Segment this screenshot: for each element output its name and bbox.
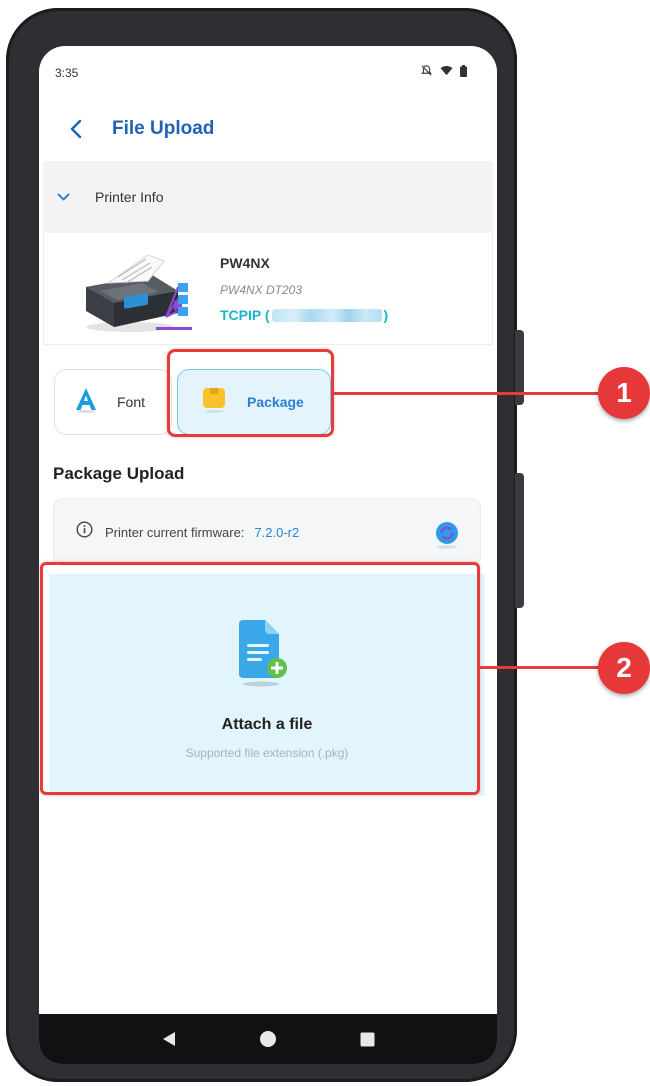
notifications-off-icon <box>420 64 433 77</box>
printer-card: PW4NX PW4NX DT203 TCPIP ( ) <box>43 233 493 345</box>
chevron-left-icon <box>70 119 82 139</box>
battery-icon <box>460 64 467 77</box>
refresh-icon[interactable] <box>434 521 460 554</box>
chevron-down-icon <box>57 193 73 201</box>
nav-recents-button[interactable] <box>355 1027 379 1051</box>
firmware-label: Printer current firmware: <box>105 524 245 540</box>
redacted-ip-address <box>271 308 382 322</box>
printer-connection: TCPIP ( ) <box>220 307 388 323</box>
phone-screen: 3:35 File Upload Printer Info PW4NX PW4N… <box>39 46 497 1064</box>
printer-image <box>78 247 196 337</box>
font-a-icon <box>75 387 97 418</box>
section-title: Package Upload <box>53 464 185 483</box>
callout-box-package-tab <box>167 349 334 437</box>
printer-info-toggle[interactable]: Printer Info <box>43 161 493 233</box>
connection-prefix: TCPIP ( <box>220 307 270 323</box>
app-bar: File Upload <box>39 108 497 152</box>
printer-model: PW4NX DT203 <box>220 283 303 297</box>
callout-badge-1: 1 <box>598 367 650 419</box>
page-title: File Upload <box>112 118 215 139</box>
navigation-bar <box>39 1014 497 1064</box>
printer-info-label: Printer Info <box>95 189 164 205</box>
triangle-back-icon <box>162 1032 175 1046</box>
firmware-info-box: Printer current firmware: 7.2.0-r2 <box>53 498 481 566</box>
status-bar: 3:35 <box>39 46 497 98</box>
callout-line-2 <box>480 666 606 669</box>
callout-badge-2: 2 <box>598 642 650 694</box>
connection-suffix: ) <box>383 307 389 323</box>
printer-name: PW4NX <box>220 255 270 271</box>
callout-line-1 <box>334 392 606 395</box>
info-icon <box>76 521 93 543</box>
nav-home-button[interactable] <box>256 1027 280 1051</box>
power-button <box>515 473 524 608</box>
circle-home-icon <box>259 1031 276 1047</box>
callout-box-attach-area <box>40 562 480 795</box>
firmware-version: 7.2.0-r2 <box>254 524 300 540</box>
square-recents-icon <box>360 1032 375 1046</box>
wifi-icon <box>440 65 453 76</box>
tab-font-label: Font <box>117 394 146 410</box>
tab-font[interactable]: Font <box>54 369 172 435</box>
nav-back-button[interactable] <box>157 1027 181 1051</box>
back-button[interactable] <box>61 114 91 144</box>
status-time: 3:35 <box>55 66 79 80</box>
